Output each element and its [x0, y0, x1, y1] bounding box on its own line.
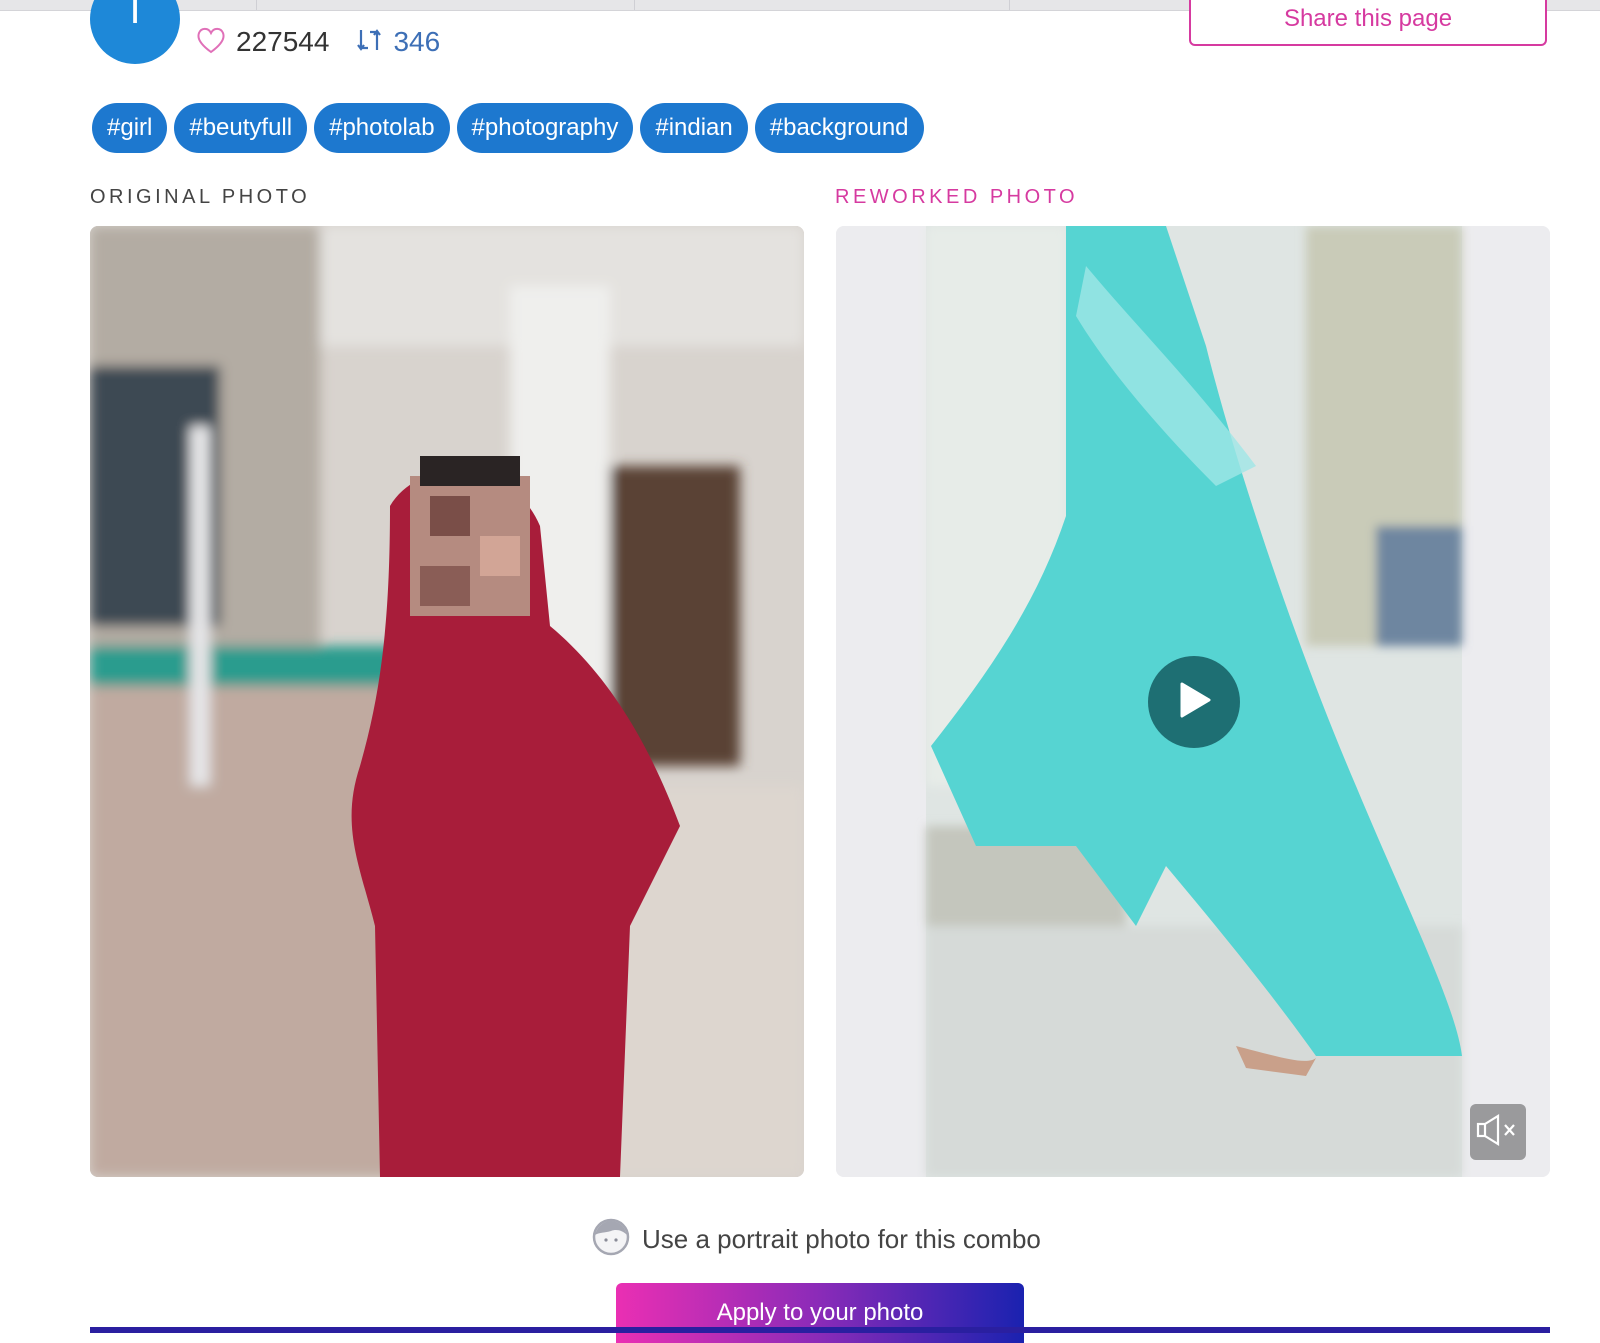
remix-count: 346	[393, 26, 441, 57]
tab-divider	[634, 0, 635, 10]
tag-chip[interactable]: #photolab	[314, 103, 450, 153]
heart-icon	[196, 26, 226, 59]
play-button[interactable]	[1148, 656, 1240, 748]
share-page-button[interactable]: Share this page	[1189, 0, 1547, 46]
tag-chip[interactable]: #background	[754, 103, 924, 153]
tag-chip[interactable]: #photography	[456, 103, 634, 153]
likes-button[interactable]: 227544	[196, 26, 329, 59]
reworked-video[interactable]	[836, 226, 1550, 1177]
tag-list: #girl #beutyfull #photolab #photography …	[92, 103, 931, 153]
tag-chip[interactable]: #beutyfull	[174, 103, 308, 153]
likes-count: 227544	[236, 26, 330, 57]
portrait-hint: Use a portrait photo for this combo	[592, 1218, 1041, 1261]
apply-to-your-photo-button[interactable]: Apply to your photo	[616, 1283, 1024, 1343]
repost-icon	[355, 26, 383, 59]
tab-divider	[256, 0, 257, 10]
tab-divider	[1009, 0, 1010, 10]
portrait-hint-text: Use a portrait photo for this combo	[642, 1224, 1041, 1254]
face-icon	[592, 1218, 630, 1261]
unmute-button[interactable]	[1470, 1104, 1526, 1160]
play-icon	[1176, 681, 1212, 724]
original-photo-label: ORIGINAL PHOTO	[90, 186, 311, 208]
remix-button[interactable]: 346	[355, 26, 440, 59]
post-stats: 227544 346	[196, 24, 466, 60]
tag-chip[interactable]: #indian	[640, 103, 748, 153]
bottom-divider	[90, 1327, 1550, 1333]
original-photo-image	[90, 226, 804, 1177]
tag-chip[interactable]: #girl	[92, 103, 168, 153]
author-avatar[interactable]: I	[90, 0, 180, 64]
speaker-muted-icon	[1476, 1113, 1520, 1152]
avatar-letter: I	[129, 0, 141, 32]
reworked-photo-label: REWORKED PHOTO	[835, 186, 1079, 208]
original-photo	[90, 226, 804, 1177]
